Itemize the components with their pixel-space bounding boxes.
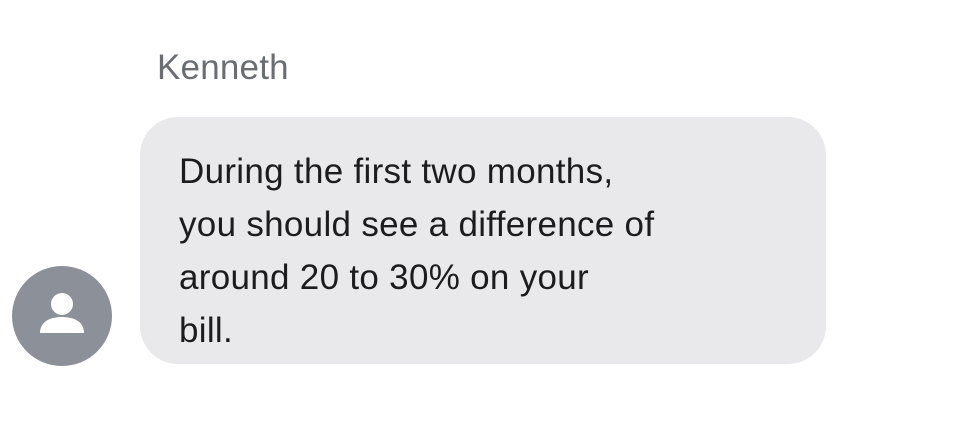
conversation-view: Kenneth During the first two months, you… bbox=[0, 0, 960, 448]
avatar[interactable] bbox=[12, 266, 112, 366]
message-text: During the first two months, you should … bbox=[179, 152, 655, 350]
message-bubble[interactable]: During the first two months, you should … bbox=[140, 117, 826, 364]
sender-name: Kenneth bbox=[157, 48, 289, 87]
person-silhouette-icon bbox=[40, 293, 84, 333]
